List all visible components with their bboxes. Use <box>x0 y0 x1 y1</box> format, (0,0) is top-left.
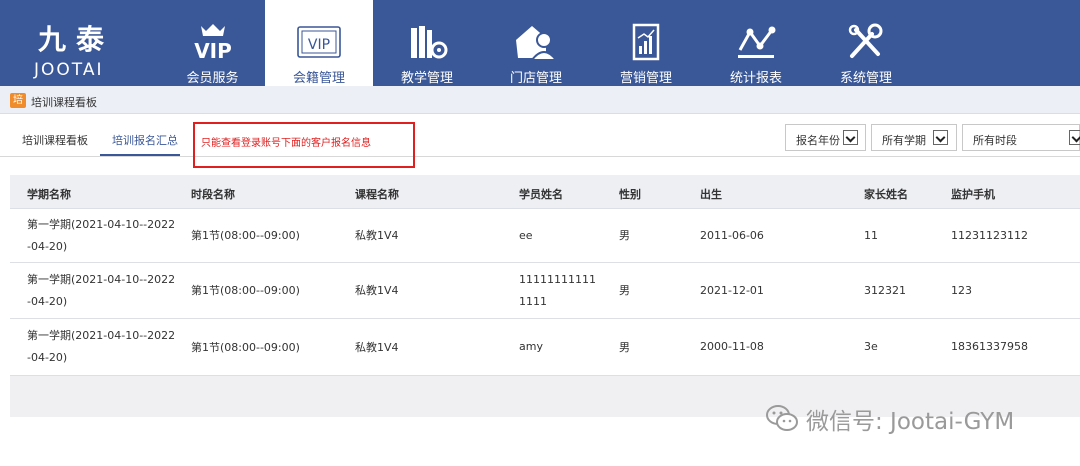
cell-term-line2: -04-20) <box>27 351 68 364</box>
nav-member-service[interactable]: VIP 会员服务 <box>160 0 265 86</box>
chevron-down-icon <box>1069 130 1080 145</box>
period-select[interactable]: 所有时段 <box>962 124 1080 151</box>
notice-box: 只能查看登录账号下面的客户报名信息 <box>193 122 415 168</box>
col-period: 时段名称 <box>191 188 235 201</box>
cell-period: 第1节(08:00--09:00) <box>191 284 300 297</box>
col-birth: 出生 <box>700 188 722 201</box>
chart-doc-icon <box>632 23 660 61</box>
cell-birth: 2000-11-08 <box>700 340 764 353</box>
cell-phone: 123 <box>951 284 972 297</box>
cell-student: ee <box>519 225 533 247</box>
nav-teaching-management[interactable]: 教学管理 <box>373 0 481 86</box>
cell-parent: 312321 <box>864 284 906 297</box>
page-tab-title[interactable]: 培训课程看板 <box>31 94 97 110</box>
cell-student-line1: ee <box>519 229 533 242</box>
table-row[interactable]: 第一学期(2021-04-10--2022 -04-20) 第1节(08:00-… <box>10 209 1080 263</box>
col-term: 学期名称 <box>27 188 71 201</box>
active-tab-indicator <box>100 154 180 156</box>
cell-period: 第1节(08:00--09:00) <box>191 341 300 354</box>
term-select[interactable]: 所有学期 <box>871 124 957 151</box>
vip-card-text: VIP <box>308 37 330 53</box>
cell-gender: 男 <box>619 229 630 242</box>
nav-statistics-report[interactable]: 统计报表 <box>701 0 811 86</box>
nav-store-management[interactable]: 门店管理 <box>481 0 591 86</box>
wechat-icon <box>766 405 798 431</box>
tools-icon <box>848 23 883 58</box>
cell-phone: 11231123112 <box>951 229 1028 242</box>
cell-term-line1: 第一学期(2021-04-10--2022 <box>27 218 176 231</box>
cell-term-line2: -04-20) <box>27 240 68 253</box>
page-tab-icon: 培 <box>10 93 26 108</box>
nav-label: 会员服务 <box>186 71 239 86</box>
col-gender: 性别 <box>619 188 641 201</box>
store-user-icon <box>516 26 559 61</box>
brand-logo: 九泰 JOOTAI <box>0 0 160 86</box>
nav-label: 营销管理 <box>619 71 672 86</box>
cell-term-line1: 第一学期(2021-04-10--2022 <box>27 273 176 286</box>
term-select-value: 所有学期 <box>882 134 926 147</box>
year-select[interactable]: 报名年份 <box>785 124 866 151</box>
nav-label: 教学管理 <box>400 71 453 86</box>
table-header: 学期名称 时段名称 课程名称 学员姓名 性别 出生 家长姓名 监护手机 <box>10 175 1080 209</box>
stats-icon <box>738 26 776 58</box>
vip-icon-text: VIP <box>194 39 232 62</box>
page-tab-bar: 培 培训课程看板 <box>0 86 1080 114</box>
cell-course: 私教1V4 <box>355 341 399 354</box>
cell-term-line1: 第一学期(2021-04-10--2022 <box>27 329 176 342</box>
cell-gender: 男 <box>619 341 630 354</box>
col-phone: 监护手机 <box>951 188 995 201</box>
cell-gender: 男 <box>619 284 630 297</box>
col-course: 课程名称 <box>355 188 399 201</box>
year-select-value: 报名年份 <box>796 134 840 147</box>
table-row[interactable]: 第一学期(2021-04-10--2022 -04-20) 第1节(08:00-… <box>10 263 1080 319</box>
table-row[interactable]: 第一学期(2021-04-10--2022 -04-20) 第1节(08:00-… <box>10 319 1080 376</box>
col-student: 学员姓名 <box>519 188 563 201</box>
cell-birth: 2021-12-01 <box>700 284 764 297</box>
nav-label: 会籍管理 <box>292 71 345 86</box>
cell-birth: 2011-06-06 <box>700 229 764 242</box>
period-select-value: 所有时段 <box>973 134 1017 147</box>
cell-parent: 11 <box>864 229 878 242</box>
cell-student-line2: 1111 <box>519 295 547 308</box>
cell-course: 私教1V4 <box>355 284 399 297</box>
cell-term: 第一学期(2021-04-10--2022 -04-20) <box>27 214 175 258</box>
notice-text: 只能查看登录账号下面的客户报名信息 <box>201 138 371 149</box>
nav-label: 统计报表 <box>729 71 782 86</box>
col-parent: 家长姓名 <box>864 188 908 201</box>
cell-student-line1: 11111111111 <box>519 273 596 286</box>
tab-course-board[interactable]: 培训课程看板 <box>22 132 88 148</box>
cell-course: 私教1V4 <box>355 229 399 242</box>
nav-label: 系统管理 <box>839 71 892 86</box>
chevron-down-icon <box>843 130 858 145</box>
nav-membership-management[interactable]: VIP 会籍管理 <box>265 0 373 86</box>
cell-parent: 3e <box>864 340 878 353</box>
vip-icon: VIP <box>194 24 232 62</box>
brand-name-en: JOOTAI <box>34 60 104 80</box>
nav-system-management[interactable]: 系统管理 <box>811 0 921 86</box>
brand-name-cn: 九泰 <box>38 23 115 56</box>
cell-phone: 18361337958 <box>951 340 1028 353</box>
cell-term-line2: -04-20) <box>27 295 68 308</box>
books-gear-icon <box>411 26 448 59</box>
top-navbar: 九泰 JOOTAI VIP 会员服务 VIP 会籍管理 教学管理 门店管理 营销… <box>0 0 1080 86</box>
chevron-down-icon <box>933 130 948 145</box>
watermark-text: 微信号: Jootai-GYM <box>806 409 1015 435</box>
cell-student: 11111111111 1111 <box>519 269 596 313</box>
cell-student-line1: amy <box>519 340 543 353</box>
cell-student: amy <box>519 336 543 358</box>
cell-term: 第一学期(2021-04-10--2022 -04-20) <box>27 325 175 369</box>
nav-label: 门店管理 <box>509 71 562 86</box>
vip-card-icon: VIP <box>297 26 341 58</box>
nav-marketing-management[interactable]: 营销管理 <box>591 0 701 86</box>
tab-enrollment-summary[interactable]: 培训报名汇总 <box>112 132 178 148</box>
cell-period: 第1节(08:00--09:00) <box>191 229 300 242</box>
cell-term: 第一学期(2021-04-10--2022 -04-20) <box>27 269 175 313</box>
